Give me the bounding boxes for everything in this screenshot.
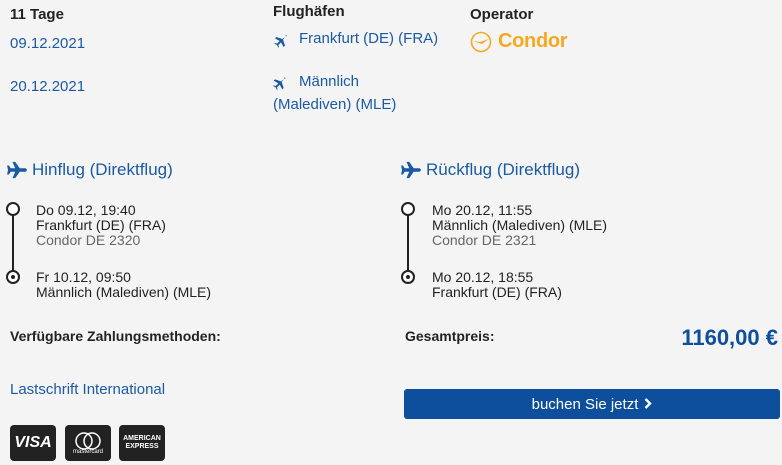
chevron-right-icon xyxy=(644,396,653,413)
airport-from: Frankfurt (DE) (FRA) xyxy=(273,27,438,50)
payment-method-link[interactable]: Lastschrift International xyxy=(10,381,165,398)
outbound-timeline xyxy=(6,202,20,286)
trip-duration: 11 Tage xyxy=(10,6,64,23)
total-price: 1160,00 € xyxy=(681,325,778,350)
amex-card-icon: AMERICAN EXPRESS xyxy=(119,425,165,461)
condor-logo-icon xyxy=(470,31,492,52)
book-now-button[interactable]: buchen Sie jetzt xyxy=(404,389,780,419)
plane-icon xyxy=(6,161,28,179)
return-date: 20.12.2021 xyxy=(10,78,86,95)
depart-date: 09.12.2021 xyxy=(10,35,86,52)
plane-takeoff-icon xyxy=(273,32,289,48)
visa-card-icon: VISA xyxy=(10,425,56,461)
outbound-title: Hinflug (Direktflug) xyxy=(6,160,173,180)
outbound-departure: Do 09.12, 19:40 Frankfurt (DE) (FRA) Con… xyxy=(36,202,166,248)
plane-icon xyxy=(400,161,422,179)
mastercard-icon: mastercard xyxy=(65,425,111,461)
outbound-arrival: Fr 10.12, 09:50 Männlich (Malediven) (ML… xyxy=(36,269,212,300)
total-label: Gesamtpreis: xyxy=(405,328,495,344)
inbound-departure: Mo 20.12, 11:55 Männlich (Malediven) (ML… xyxy=(432,202,608,248)
inbound-title: Rückflug (Direktflug) xyxy=(400,160,580,180)
plane-landing-icon xyxy=(273,75,289,90)
operator-logo: Condor xyxy=(470,30,568,53)
airports-heading: Flughäfen xyxy=(273,3,345,20)
inbound-timeline xyxy=(401,202,415,286)
inbound-arrival: Mo 20.12, 18:55 Frankfurt (DE) (FRA) xyxy=(432,269,562,300)
payment-heading: Verfügbare Zahlungsmethoden: xyxy=(10,328,221,344)
airport-to: Männlich (Malediven) (MLE) xyxy=(273,73,397,113)
operator-heading: Operator xyxy=(470,6,534,23)
